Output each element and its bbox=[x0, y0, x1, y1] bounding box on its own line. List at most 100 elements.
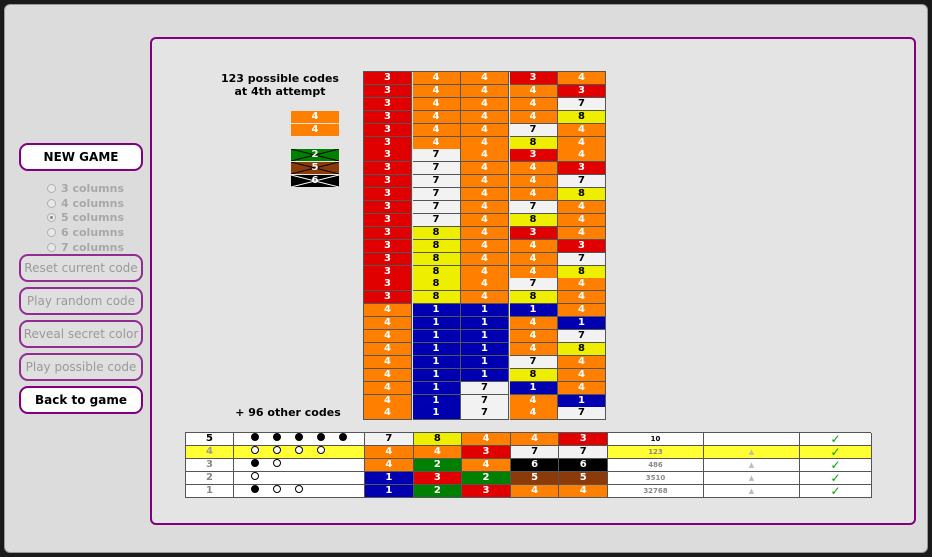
code-peg: 1 bbox=[412, 355, 461, 369]
back-to-game-button[interactable]: Back to game bbox=[19, 386, 143, 414]
code-peg: 4 bbox=[461, 123, 509, 137]
code-peg: 7 bbox=[509, 355, 558, 369]
triangle-icon[interactable]: ▲ bbox=[704, 485, 800, 498]
history-row: 2 1 3 2 5 5 3510 ▲ ✓ bbox=[186, 472, 872, 485]
code-peg: 3 bbox=[509, 149, 558, 163]
code-peg: 8 bbox=[509, 136, 558, 150]
black-peg bbox=[251, 485, 259, 493]
code-peg: 4 bbox=[509, 110, 558, 124]
attempt-number: 1 bbox=[186, 485, 234, 498]
radio-dot[interactable] bbox=[47, 228, 56, 237]
code-peg: 4 bbox=[509, 97, 558, 111]
code-peg: 4 bbox=[364, 342, 412, 356]
radio-dot-checked[interactable] bbox=[47, 213, 56, 222]
code-peg: 4 bbox=[364, 355, 412, 369]
code-peg: 3 bbox=[364, 278, 412, 292]
empty-peg bbox=[317, 472, 325, 480]
code-peg: 1 bbox=[412, 381, 461, 395]
code-peg: 1 bbox=[461, 304, 509, 318]
code-peg: 4 bbox=[558, 381, 606, 395]
code-peg: 4 bbox=[509, 188, 558, 202]
history-code-peg: 3 bbox=[462, 485, 511, 498]
radio-4-columns[interactable]: 4 columns bbox=[47, 197, 124, 211]
code-peg: 7 bbox=[412, 162, 461, 176]
excluded-color-hint: 2 bbox=[291, 149, 339, 161]
code-peg: 7 bbox=[461, 394, 509, 408]
radio-dot[interactable] bbox=[47, 199, 56, 208]
radio-dot[interactable] bbox=[47, 243, 56, 252]
code-peg: 8 bbox=[509, 291, 558, 305]
code-peg: 8 bbox=[558, 342, 606, 356]
triangle-icon[interactable] bbox=[704, 433, 800, 446]
code-peg: 8 bbox=[412, 265, 461, 279]
code-peg: 3 bbox=[509, 72, 558, 85]
new-game-button[interactable]: NEW GAME bbox=[19, 143, 143, 171]
empty-peg bbox=[317, 485, 325, 493]
radio-5-columns[interactable]: 5 columns bbox=[47, 211, 124, 225]
triangle-icon[interactable]: ▲ bbox=[704, 472, 800, 485]
history-code-peg: 5 bbox=[559, 472, 608, 485]
white-peg bbox=[273, 485, 281, 493]
code-peg: 7 bbox=[461, 381, 509, 395]
code-peg: 4 bbox=[364, 304, 412, 318]
code-peg: 3 bbox=[364, 162, 412, 176]
white-peg bbox=[251, 446, 259, 454]
code-peg: 4 bbox=[461, 239, 509, 253]
history-row: 4 4 4 3 7 7 123 ▲ ✓ bbox=[186, 446, 872, 459]
empty-peg bbox=[339, 459, 347, 467]
play-random-code-button[interactable]: Play random code bbox=[19, 287, 143, 315]
code-peg: 4 bbox=[364, 381, 412, 395]
history-row: 1 1 2 3 4 4 32768 ▲ ✓ bbox=[186, 485, 872, 498]
radio-6-columns[interactable]: 6 columns bbox=[47, 226, 124, 240]
black-peg bbox=[339, 433, 347, 441]
code-peg: 1 bbox=[558, 317, 606, 331]
radio-dot[interactable] bbox=[47, 184, 56, 193]
code-peg: 4 bbox=[461, 136, 509, 150]
code-peg: 1 bbox=[558, 394, 606, 408]
history-row: 3 4 2 4 6 6 486 ▲ ✓ bbox=[186, 459, 872, 472]
black-peg bbox=[251, 459, 259, 467]
history-code-peg: 7 bbox=[365, 433, 414, 446]
code-peg: 3 bbox=[364, 226, 412, 240]
play-possible-code-button[interactable]: Play possible code bbox=[19, 353, 143, 381]
code-peg: 4 bbox=[412, 84, 461, 98]
code-peg: 3 bbox=[364, 123, 412, 137]
empty-peg bbox=[339, 485, 347, 493]
reveal-secret-color-button[interactable]: Reveal secret color bbox=[19, 320, 143, 348]
code-peg: 4 bbox=[364, 394, 412, 408]
code-peg: 4 bbox=[364, 330, 412, 343]
code-peg: 4 bbox=[412, 136, 461, 150]
triangle-icon[interactable]: ▲ bbox=[704, 446, 800, 459]
fixed-color-hint: 4 bbox=[291, 111, 339, 123]
excluded-color-hint: 5 bbox=[291, 162, 339, 174]
attempt-number: 5 bbox=[186, 433, 234, 446]
code-peg: 4 bbox=[364, 368, 412, 382]
code-peg: 4 bbox=[461, 188, 509, 202]
feedback-pegs bbox=[234, 472, 365, 485]
code-peg: 1 bbox=[509, 304, 558, 318]
code-peg: 7 bbox=[558, 252, 606, 266]
history-code-peg: 7 bbox=[510, 446, 560, 459]
code-peg: 4 bbox=[461, 226, 509, 240]
radio-7-columns[interactable]: 7 columns bbox=[47, 241, 124, 255]
history-code-peg: 1 bbox=[365, 472, 414, 485]
code-peg: 4 bbox=[461, 175, 509, 189]
triangle-icon[interactable]: ▲ bbox=[704, 459, 800, 472]
attempt-number: 2 bbox=[186, 472, 234, 485]
code-peg: 4 bbox=[558, 213, 606, 227]
code-peg: 1 bbox=[461, 317, 509, 331]
code-peg: 4 bbox=[364, 317, 412, 331]
history-code-peg: 3 bbox=[559, 433, 608, 446]
radio-3-columns[interactable]: 3 columns bbox=[47, 182, 124, 196]
code-peg: 3 bbox=[558, 239, 606, 253]
fixed-color-hint: 4 bbox=[291, 124, 339, 136]
code-peg: 3 bbox=[558, 84, 606, 98]
excluded-color-hint: 6 bbox=[291, 175, 339, 187]
reset-current-code-button[interactable]: Reset current code bbox=[19, 254, 143, 282]
code-peg: 3 bbox=[364, 201, 412, 214]
code-peg: 3 bbox=[364, 213, 412, 227]
code-peg: 8 bbox=[412, 278, 461, 292]
code-peg: 4 bbox=[461, 291, 509, 305]
code-peg: 1 bbox=[412, 368, 461, 382]
code-peg: 4 bbox=[558, 201, 606, 214]
